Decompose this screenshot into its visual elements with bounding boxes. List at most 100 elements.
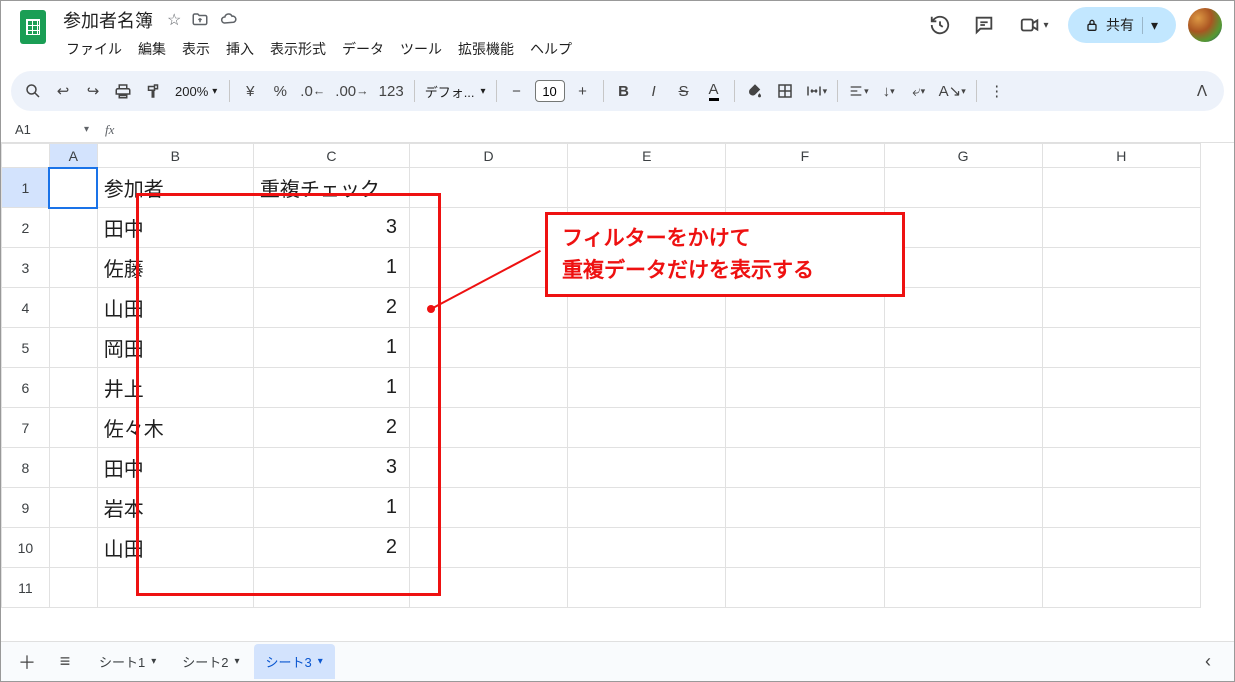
cell-B5[interactable]: 岡田 xyxy=(97,328,253,368)
cell-C10[interactable]: 2 xyxy=(253,528,409,568)
cell-B3[interactable]: 佐藤 xyxy=(97,248,253,288)
text-rotation-icon[interactable]: A↘▾ xyxy=(935,77,970,105)
menu-6[interactable]: ツール xyxy=(393,35,449,63)
paint-format-icon[interactable] xyxy=(139,77,167,105)
cloud-status-icon[interactable] xyxy=(219,11,239,29)
history-icon[interactable] xyxy=(924,9,956,41)
increase-decimal-icon[interactable]: .00→ xyxy=(331,77,372,105)
star-icon[interactable]: ☆ xyxy=(167,10,181,30)
cell-F1[interactable] xyxy=(726,168,884,208)
row-header[interactable]: 5 xyxy=(2,328,50,368)
menu-1[interactable]: 編集 xyxy=(131,35,173,63)
cell-H11[interactable] xyxy=(1042,568,1200,608)
cell-G2[interactable] xyxy=(884,208,1042,248)
italic-icon[interactable]: I xyxy=(640,77,668,105)
more-formats-icon[interactable]: 123 xyxy=(375,77,408,105)
cell-H10[interactable] xyxy=(1042,528,1200,568)
cell-B2[interactable]: 田中 xyxy=(97,208,253,248)
sheet-tab-2[interactable]: シート3▾ xyxy=(254,644,335,679)
menu-8[interactable]: ヘルプ xyxy=(523,35,579,63)
cell-B8[interactable]: 田中 xyxy=(97,448,253,488)
col-header-H[interactable]: H xyxy=(1042,144,1200,168)
cell-C9[interactable]: 1 xyxy=(253,488,409,528)
cell-H1[interactable] xyxy=(1042,168,1200,208)
cell-A2[interactable] xyxy=(49,208,97,248)
row-header[interactable]: 7 xyxy=(2,408,50,448)
font-size-minus[interactable]: − xyxy=(503,77,531,105)
cell-D2[interactable] xyxy=(409,208,567,248)
cell-A10[interactable] xyxy=(49,528,97,568)
cell-B1[interactable]: 参加者 xyxy=(97,168,253,208)
col-header-A[interactable]: A xyxy=(49,144,97,168)
cell-B10[interactable]: 山田 xyxy=(97,528,253,568)
cell-A11[interactable] xyxy=(49,568,97,608)
row-header[interactable]: 3 xyxy=(2,248,50,288)
cell-A7[interactable] xyxy=(49,408,97,448)
all-sheets-button[interactable]: ≡ xyxy=(49,646,81,678)
cell-G9[interactable] xyxy=(884,488,1042,528)
cell-E11[interactable] xyxy=(568,568,726,608)
cell-B11[interactable] xyxy=(97,568,253,608)
menu-3[interactable]: 挿入 xyxy=(219,35,261,63)
cell-A1[interactable] xyxy=(49,168,97,208)
cell-A8[interactable] xyxy=(49,448,97,488)
cell-G6[interactable] xyxy=(884,368,1042,408)
cell-C11[interactable] xyxy=(253,568,409,608)
cell-C3[interactable]: 1 xyxy=(253,248,409,288)
cell-D10[interactable] xyxy=(409,528,567,568)
row-header[interactable]: 2 xyxy=(2,208,50,248)
borders-icon[interactable] xyxy=(771,77,799,105)
cell-G8[interactable] xyxy=(884,448,1042,488)
cell-F7[interactable] xyxy=(726,408,884,448)
cell-A5[interactable] xyxy=(49,328,97,368)
cell-H8[interactable] xyxy=(1042,448,1200,488)
undo-icon[interactable]: ↩ xyxy=(49,77,77,105)
cell-H2[interactable] xyxy=(1042,208,1200,248)
text-color-icon[interactable]: A xyxy=(700,77,728,105)
row-header[interactable]: 6 xyxy=(2,368,50,408)
row-header[interactable]: 4 xyxy=(2,288,50,328)
percent-icon[interactable]: % xyxy=(266,77,294,105)
cell-H5[interactable] xyxy=(1042,328,1200,368)
cell-B6[interactable]: 井上 xyxy=(97,368,253,408)
cell-F9[interactable] xyxy=(726,488,884,528)
sheet-tab-1[interactable]: シート2▾ xyxy=(170,644,251,679)
cell-A6[interactable] xyxy=(49,368,97,408)
strikethrough-icon[interactable]: S xyxy=(670,77,698,105)
cell-F8[interactable] xyxy=(726,448,884,488)
font-size-plus[interactable]: + xyxy=(569,77,597,105)
cell-C1[interactable]: 重複チェック xyxy=(253,168,409,208)
cell-E8[interactable] xyxy=(568,448,726,488)
cell-C4[interactable]: 2 xyxy=(253,288,409,328)
cell-D9[interactable] xyxy=(409,488,567,528)
menu-2[interactable]: 表示 xyxy=(175,35,217,63)
cell-H7[interactable] xyxy=(1042,408,1200,448)
name-box[interactable]: A1▾ xyxy=(1,122,97,137)
merge-cells-icon[interactable]: ▾ xyxy=(801,77,832,105)
cell-G10[interactable] xyxy=(884,528,1042,568)
currency-yen-icon[interactable]: ¥ xyxy=(236,77,264,105)
cell-A3[interactable] xyxy=(49,248,97,288)
decrease-decimal-icon[interactable]: .0← xyxy=(296,77,329,105)
cell-D3[interactable] xyxy=(409,248,567,288)
col-header-D[interactable]: D xyxy=(409,144,567,168)
menu-7[interactable]: 拡張機能 xyxy=(451,35,521,63)
cell-E6[interactable] xyxy=(568,368,726,408)
document-title[interactable]: 参加者名簿 xyxy=(59,7,157,33)
cell-C6[interactable]: 1 xyxy=(253,368,409,408)
v-align-icon[interactable]: ↓▾ xyxy=(875,77,903,105)
row-header[interactable]: 9 xyxy=(2,488,50,528)
menu-0[interactable]: ファイル xyxy=(59,35,129,63)
cell-D11[interactable] xyxy=(409,568,567,608)
cell-G3[interactable] xyxy=(884,248,1042,288)
share-button[interactable]: 共有 ▾ xyxy=(1068,7,1176,43)
cell-H6[interactable] xyxy=(1042,368,1200,408)
text-wrap-icon[interactable]: ⤶▾ xyxy=(905,77,933,105)
cell-G5[interactable] xyxy=(884,328,1042,368)
menu-4[interactable]: 表示形式 xyxy=(263,35,333,63)
cell-A4[interactable] xyxy=(49,288,97,328)
cell-F6[interactable] xyxy=(726,368,884,408)
cell-H4[interactable] xyxy=(1042,288,1200,328)
cell-C8[interactable]: 3 xyxy=(253,448,409,488)
cell-H9[interactable] xyxy=(1042,488,1200,528)
